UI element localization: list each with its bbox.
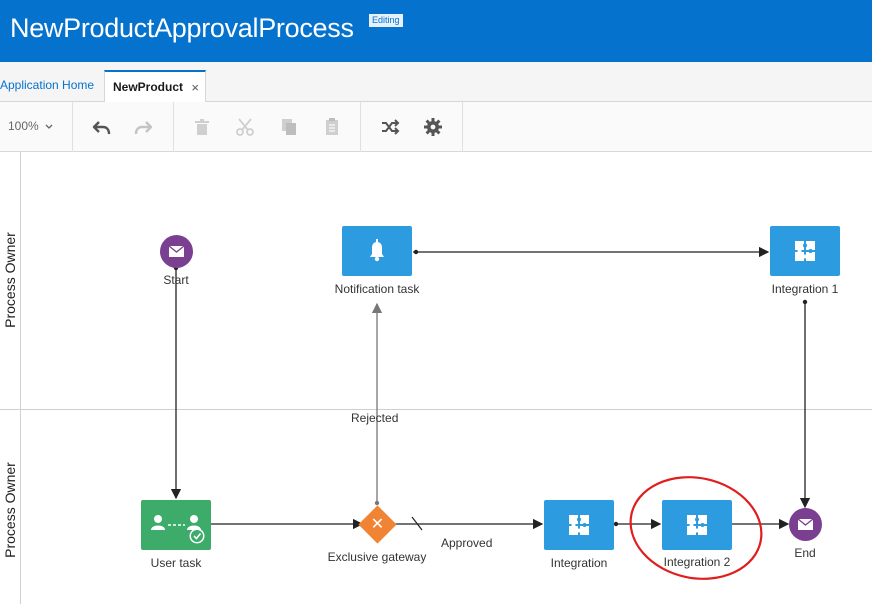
puzzle-icon <box>687 515 707 535</box>
tab-newproduct-label: NewProduct <box>113 80 184 94</box>
user-task-label: User task <box>150 556 202 570</box>
toolbar-separator <box>72 102 73 152</box>
chevron-down-icon <box>45 124 53 129</box>
start-label: Start <box>163 273 189 287</box>
tab-application-home[interactable]: Application Home <box>0 70 104 102</box>
redo-icon[interactable] <box>133 116 155 138</box>
start-event[interactable] <box>160 235 193 268</box>
editing-badge: Editing <box>369 14 403 27</box>
end-event[interactable] <box>789 508 822 541</box>
envelope-icon <box>797 518 814 530</box>
integration-2-task[interactable] <box>662 500 732 550</box>
shuffle-icon[interactable] <box>379 116 401 138</box>
toolbar-separator <box>462 102 463 152</box>
envelope-icon <box>168 245 185 257</box>
exclusive-gateway[interactable]: ✕ <box>358 505 397 544</box>
rejected-flow-label: Rejected <box>351 411 399 425</box>
toolbar-separator <box>360 102 361 152</box>
flow-dot <box>802 299 808 305</box>
integration-1-label: Integration 1 <box>771 282 839 296</box>
puzzle-icon <box>569 515 589 535</box>
notification-task-label: Notification task <box>334 282 420 296</box>
copy-icon[interactable] <box>278 116 300 138</box>
cut-icon[interactable] <box>234 116 256 138</box>
approved-flow-label: Approved <box>441 536 493 550</box>
app-title: NewProductApprovalProcess <box>10 13 354 43</box>
integration-2-label: Integration 2 <box>663 555 731 569</box>
paste-icon[interactable] <box>321 116 343 138</box>
undo-icon[interactable] <box>90 116 112 138</box>
notification-task[interactable] <box>342 226 412 276</box>
toolbar-separator <box>173 102 174 152</box>
flow-dot <box>613 521 619 527</box>
process-canvas[interactable]: Process Owner Process Owner Start Notifi… <box>0 152 872 604</box>
end-label: End <box>794 546 816 560</box>
user-handoff-icon <box>151 515 205 544</box>
zoom-select[interactable]: 100% <box>8 119 54 133</box>
close-icon[interactable]: × <box>191 72 199 103</box>
integration-task[interactable] <box>544 500 614 550</box>
bell-icon <box>370 239 384 262</box>
x-icon: ✕ <box>370 516 385 533</box>
integration-label: Integration <box>550 556 608 570</box>
delete-icon[interactable] <box>191 116 213 138</box>
app-header: NewProductApprovalProcess Editing <box>0 0 872 62</box>
toolbar: 100% <box>0 102 872 152</box>
gear-icon[interactable] <box>422 116 444 138</box>
tab-bar: Application Home NewProduct × <box>0 62 872 103</box>
user-task[interactable] <box>141 500 211 550</box>
puzzle-icon <box>795 241 815 261</box>
exclusive-gateway-label: Exclusive gateway <box>327 550 427 564</box>
sequence-flows <box>170 246 811 531</box>
tab-newproduct[interactable]: NewProduct × <box>104 70 206 103</box>
zoom-value: 100% <box>8 119 39 133</box>
flow-dot <box>413 249 419 255</box>
integration-1-task[interactable] <box>770 226 840 276</box>
